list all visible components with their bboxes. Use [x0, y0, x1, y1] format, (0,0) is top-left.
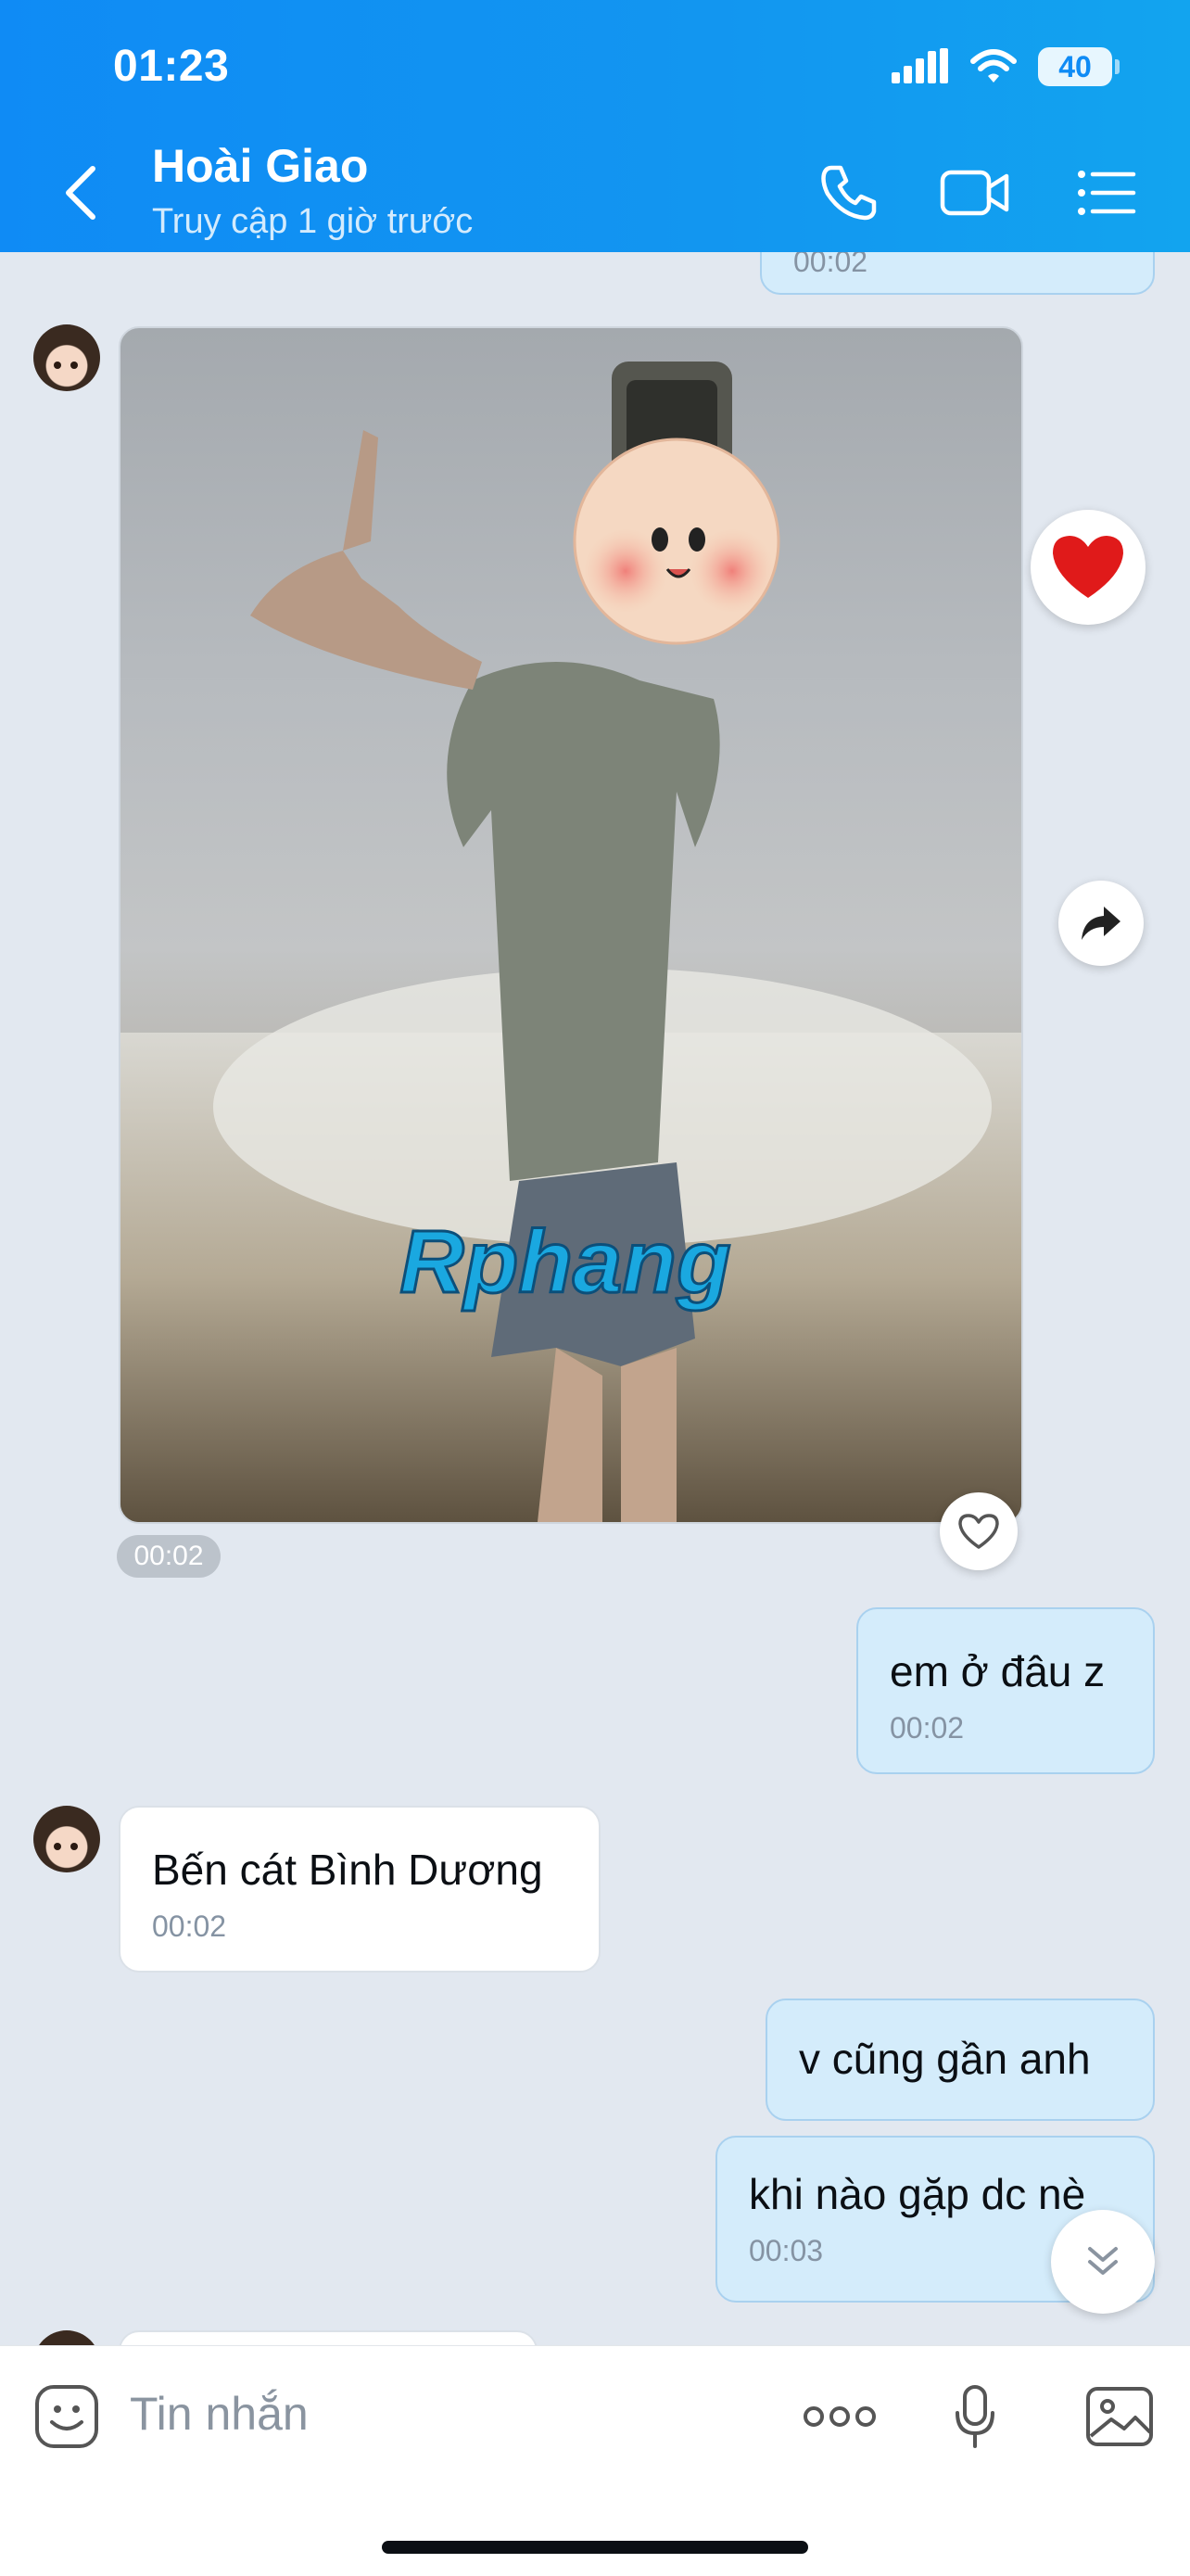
call-button[interactable]: [814, 159, 884, 226]
list-menu-icon: [1078, 171, 1136, 215]
cellular-signal-icon: [892, 48, 948, 83]
home-indicator: [382, 2541, 808, 2554]
like-photo-button[interactable]: [940, 1492, 1018, 1570]
avatar[interactable]: [33, 2330, 100, 2345]
photo-content: Rphang: [120, 362, 1021, 1522]
message-bubble-incoming[interactable]: [119, 2330, 538, 2345]
status-icons: 40: [892, 43, 1120, 91]
more-dots-icon: [804, 2406, 876, 2427]
wifi-icon: [970, 49, 1017, 82]
phone-icon: [821, 165, 877, 221]
sticker-button[interactable]: [30, 2379, 104, 2454]
message-time: 00:02: [152, 1910, 227, 1943]
status-time: 01:23: [113, 42, 230, 91]
chevron-left-icon: [66, 166, 95, 220]
message-time: 00:02: [890, 1711, 965, 1745]
message-bubble-outgoing[interactable]: v cũng gần anh: [766, 1999, 1155, 2121]
forward-button[interactable]: [1058, 881, 1144, 966]
sticker-face-icon: [35, 2385, 98, 2448]
options-menu-button[interactable]: [1071, 159, 1142, 226]
photo-message[interactable]: Rphang: [119, 326, 1023, 1524]
avatar[interactable]: [33, 324, 100, 391]
video-call-button[interactable]: [940, 159, 1010, 226]
heart-icon: [1053, 536, 1123, 598]
battery-indicator: 40: [1038, 47, 1120, 86]
message-list[interactable]: 00:02 Rphang 00:02 em ở đâu z 00:02 Bến …: [0, 252, 1190, 2345]
message-composer: Tin nhắn: [0, 2345, 1190, 2576]
message-text: Bến cát Bình Dương: [152, 1846, 543, 1894]
scroll-to-bottom-button[interactable]: [1051, 2210, 1155, 2314]
reaction-button[interactable]: [1031, 510, 1146, 625]
voice-message-button[interactable]: [938, 2379, 1012, 2454]
image-icon: [1086, 2387, 1153, 2446]
message-text: v cũng gần anh: [799, 2035, 1091, 2083]
back-button[interactable]: [54, 159, 109, 226]
watermark: Rphang: [399, 1212, 730, 1312]
microphone-icon: [956, 2385, 994, 2448]
more-options-button[interactable]: [803, 2379, 877, 2454]
photo-time: 00:02: [117, 1535, 221, 1578]
send-image-button[interactable]: [1082, 2379, 1157, 2454]
contact-name[interactable]: Hoài Giao: [152, 139, 368, 193]
message-bubble-outgoing[interactable]: em ở đâu z 00:02: [856, 1607, 1155, 1774]
contact-status: Truy cập 1 giờ trước: [152, 202, 474, 241]
chat-header: 01:23 40 Hoài Giao Truy cập 1 giờ trước: [0, 0, 1190, 252]
message-bubble-incoming[interactable]: Bến cát Bình Dương 00:02: [119, 1806, 601, 1973]
message-bubble-outgoing[interactable]: 00:02: [760, 252, 1155, 295]
video-camera-icon: [940, 170, 1009, 216]
message-time: 00:02: [793, 252, 868, 278]
avatar[interactable]: [33, 1806, 100, 1872]
battery-level: 40: [1058, 49, 1092, 83]
heart-outline-icon: [958, 1514, 999, 1549]
double-chevron-down-icon: [1088, 2247, 1118, 2275]
message-input[interactable]: Tin nhắn: [130, 2387, 309, 2441]
share-arrow-icon: [1082, 907, 1120, 940]
message-text: khi nào gặp dc nè: [749, 2170, 1086, 2218]
message-text: em ở đâu z: [890, 1647, 1106, 1695]
